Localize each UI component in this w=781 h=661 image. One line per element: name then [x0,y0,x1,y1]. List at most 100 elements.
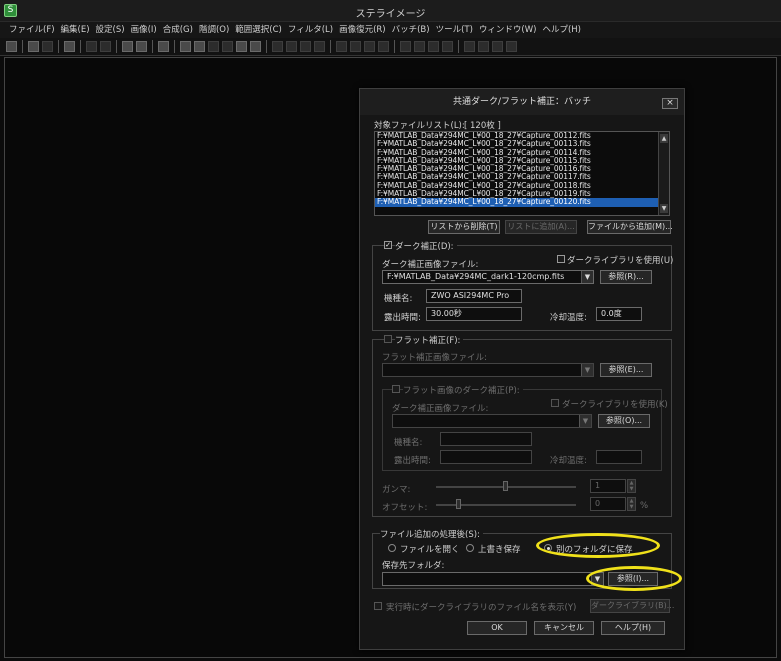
palette-icon[interactable] [378,41,389,52]
add-to-list-button[interactable]: リストに追加(A)... [505,220,577,234]
flat-temperature-field[interactable] [596,450,642,464]
temperature-field[interactable]: 0.0度 [596,307,642,321]
offset-unit: % [640,501,649,511]
overwrite-label: 上書き保存 [478,545,521,555]
flat-model-field[interactable] [440,432,532,446]
levels-icon[interactable] [180,41,191,52]
menu-image[interactable]: 画像(I) [128,22,160,38]
list-item-selected[interactable]: F:¥MATLAB_Data¥294MC_L¥00_18_27¥Capture_… [375,198,669,207]
close-icon[interactable]: × [662,98,678,109]
open-file-radio[interactable] [388,544,396,552]
star-icon[interactable] [314,41,325,52]
chevron-down-icon[interactable]: ▼ [591,573,603,585]
node-icon[interactable] [478,41,489,52]
gamma-field[interactable]: 1 [590,479,626,493]
flat-file-dropdown[interactable]: ▼ [382,363,594,377]
picture-icon[interactable] [442,41,453,52]
scroll-down-icon[interactable]: ▼ [660,204,668,213]
save-other-folder-radio[interactable] [544,544,552,552]
show-library-checkbox[interactable] [374,602,382,610]
histogram-icon[interactable] [136,41,147,52]
toolbar-divider [174,40,175,53]
save-icon[interactable] [28,41,39,52]
flat-dark-checkbox[interactable] [392,385,400,393]
model-field[interactable]: ZWO ASI294MC Pro [426,289,522,303]
dark-correction-checkbox[interactable]: ✓ [384,241,392,249]
window-icon[interactable] [492,41,503,52]
toolbar-divider [330,40,331,53]
menu-composite[interactable]: 合成(G) [160,22,196,38]
file-list-scrollbar[interactable]: ▲ ▼ [658,132,669,215]
save-folder-browse-button[interactable]: 参照(I)... [608,572,658,586]
print-icon[interactable] [64,41,75,52]
edit-icon[interactable] [428,41,439,52]
dark-library-checkbox[interactable] [557,255,565,263]
dark-library-button[interactable]: ダークライブラリ(B)... [590,599,674,613]
open-icon[interactable] [6,41,17,52]
offset-stepper[interactable]: ▲ ▼ [627,497,636,511]
composite-icon[interactable] [236,41,247,52]
ok-button[interactable]: OK [467,621,527,635]
offset-slider-thumb[interactable] [456,499,461,509]
overwrite-radio[interactable] [466,544,474,552]
menu-help[interactable]: ヘルプ(H) [539,22,584,38]
offset-field[interactable]: 0 [590,497,626,511]
add-from-file-button[interactable]: ファイルから追加(M)... [587,220,673,234]
menu-window[interactable]: ウィンドウ(W) [476,22,540,38]
color-icon[interactable] [208,41,219,52]
measure-icon[interactable] [414,41,425,52]
dark-library-label: ダークライブラリを使用(U) [567,256,674,266]
flat-dark-browse-button[interactable]: 参照(O)... [598,414,650,428]
flat-exposure-field[interactable] [440,450,532,464]
menu-levels[interactable]: 階調(O) [196,22,232,38]
toolbar-divider [116,40,117,53]
list-icon[interactable] [364,41,375,52]
crop-icon[interactable] [250,41,261,52]
remove-from-list-button[interactable]: リストから削除(T) [428,220,500,234]
save-folder-dropdown[interactable]: ▼ [382,572,604,586]
dark-file-dropdown[interactable]: F:¥MATLAB_Data¥294MC_dark1-120cmp.fits ▼ [382,270,594,284]
menu-selection[interactable]: 範囲選択(C) [232,22,285,38]
flat-dark-file-dropdown[interactable]: ▼ [392,414,592,428]
menu-filter[interactable]: フィルタ(L) [285,22,336,38]
redo-icon[interactable] [100,41,111,52]
ruler-icon[interactable] [464,41,475,52]
cancel-button[interactable]: キャンセル [534,621,594,635]
dark-browse-button[interactable]: 参照(R)... [600,270,652,284]
target-icon[interactable] [506,41,517,52]
dark-file-value: F:¥MATLAB_Data¥294MC_dark1-120cmp.fits [387,272,565,281]
scroll-up-icon[interactable]: ▲ [660,134,668,143]
help-button[interactable]: ヘルプ(H) [601,621,665,635]
menu-restore[interactable]: 画像復元(R) [336,22,389,38]
deconvolution-icon[interactable] [336,41,347,52]
menu-batch[interactable]: バッチ(B) [389,22,433,38]
menu-edit[interactable]: 編集(E) [58,22,93,38]
table-icon[interactable] [350,41,361,52]
zoom-icon[interactable] [400,41,411,52]
flat-dark-library-checkbox[interactable] [551,399,559,407]
menu-file[interactable]: ファイル(F) [6,22,58,38]
gamma-stepper[interactable]: ▲ ▼ [627,479,636,493]
gamma-slider-thumb[interactable] [503,481,508,491]
image-info-icon[interactable] [122,41,133,52]
mosaic-icon[interactable] [300,41,311,52]
save-as-icon[interactable] [42,41,53,52]
grid-icon[interactable] [272,41,283,52]
file-list-label: 対象ファイルリスト(L): [374,121,465,131]
flat-dark-library-label: ダークライブラリを使用(K) [562,400,668,410]
flat-browse-button[interactable]: 参照(E)... [600,363,652,377]
batch-icon[interactable] [222,41,233,52]
chevron-down-icon[interactable]: ▼ [581,364,593,376]
file-list[interactable]: F:¥MATLAB_Data¥294MC_L¥00_18_27¥Capture_… [374,131,670,216]
undo-icon[interactable] [86,41,97,52]
dots-icon[interactable] [286,41,297,52]
chevron-down-icon[interactable]: ▼ [579,415,591,427]
exposure-field[interactable]: 30.00秒 [426,307,522,321]
rotate-icon[interactable] [158,41,169,52]
chevron-down-icon[interactable]: ▼ [581,271,593,283]
menu-tools[interactable]: ツール(T) [433,22,476,38]
flat-correction-checkbox[interactable] [384,335,392,343]
flat-file-label: フラット補正画像ファイル: [382,353,487,363]
menu-settings[interactable]: 設定(S) [93,22,128,38]
curve-icon[interactable] [194,41,205,52]
